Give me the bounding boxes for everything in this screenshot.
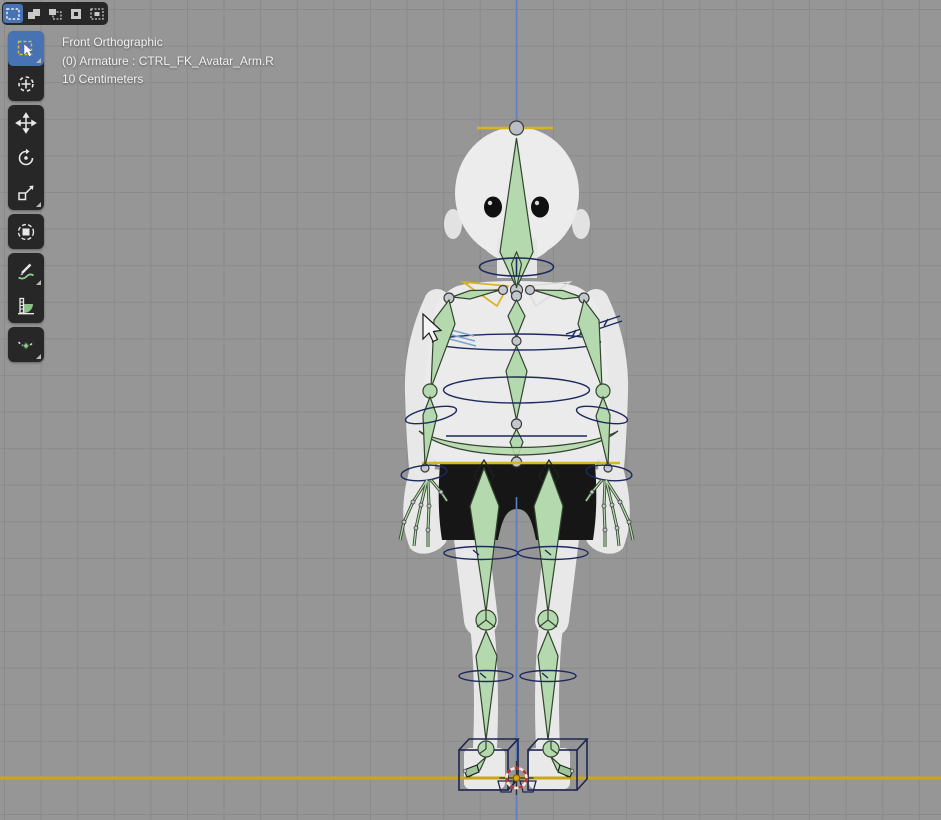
annotate-icon <box>15 260 37 282</box>
select-set-icon <box>5 7 21 21</box>
toolbar-block-pose <box>8 327 44 362</box>
shorts <box>439 464 597 540</box>
selectmode-invert-button[interactable] <box>66 4 86 23</box>
tool-rotate-button[interactable] <box>8 140 44 175</box>
cursor-tool-icon <box>15 73 37 95</box>
tool-submenu-indicator <box>36 280 41 285</box>
measure-icon <box>15 295 37 317</box>
select-invert-icon <box>68 7 84 21</box>
tool-submenu-indicator <box>36 202 41 207</box>
tool-annotate-button[interactable] <box>8 253 44 288</box>
selectmode-intersect-button[interactable] <box>87 4 107 23</box>
tool-submenu-indicator <box>36 354 41 359</box>
tool-submenu-indicator <box>36 58 41 63</box>
toolbar-block-annotate <box>8 253 44 323</box>
viewport-toolbar <box>8 31 44 366</box>
select-mode-bar <box>2 2 108 25</box>
active-object-label: (0) Armature : CTRL_FK_Avatar_Arm.R <box>62 52 274 71</box>
toolbar-block-select <box>8 31 44 101</box>
head-top-joint[interactable] <box>510 121 524 135</box>
selectmode-extend-button[interactable] <box>24 4 44 23</box>
transform-icon <box>15 221 37 243</box>
select-extend-icon <box>26 7 42 21</box>
move-icon <box>15 112 37 134</box>
scale-icon <box>15 182 37 204</box>
tool-cursor-button[interactable] <box>8 66 44 101</box>
tool-move-button[interactable] <box>8 105 44 140</box>
left-knee-joint[interactable] <box>538 610 558 630</box>
select-intersect-icon <box>89 7 105 21</box>
tool-measure-button[interactable] <box>8 288 44 323</box>
rotate-icon <box>15 147 37 169</box>
tool-pose-breakdowner-button[interactable] <box>8 327 44 362</box>
right-knee-joint[interactable] <box>476 610 496 630</box>
grid-scale-label: 10 Centimeters <box>62 70 274 89</box>
toolbar-block-transforms <box>8 105 44 210</box>
neck-circle-control[interactable] <box>480 257 554 277</box>
select-box-icon <box>15 38 37 60</box>
viewport-canvas[interactable] <box>0 0 941 820</box>
toolbar-block-gizmo <box>8 214 44 249</box>
object-origin-dot <box>513 775 519 781</box>
tool-scale-button[interactable] <box>8 175 44 210</box>
tool-transform-button[interactable] <box>8 214 44 249</box>
view-label: Front Orthographic <box>62 33 274 52</box>
viewport-info-overlay: Front Orthographic (0) Armature : CTRL_F… <box>62 33 274 89</box>
breakdowner-icon <box>15 334 37 356</box>
select-subtract-icon <box>47 7 63 21</box>
tool-select-box-button[interactable] <box>8 31 44 66</box>
selectmode-subtract-button[interactable] <box>45 4 65 23</box>
selectmode-set-button[interactable] <box>3 4 23 23</box>
